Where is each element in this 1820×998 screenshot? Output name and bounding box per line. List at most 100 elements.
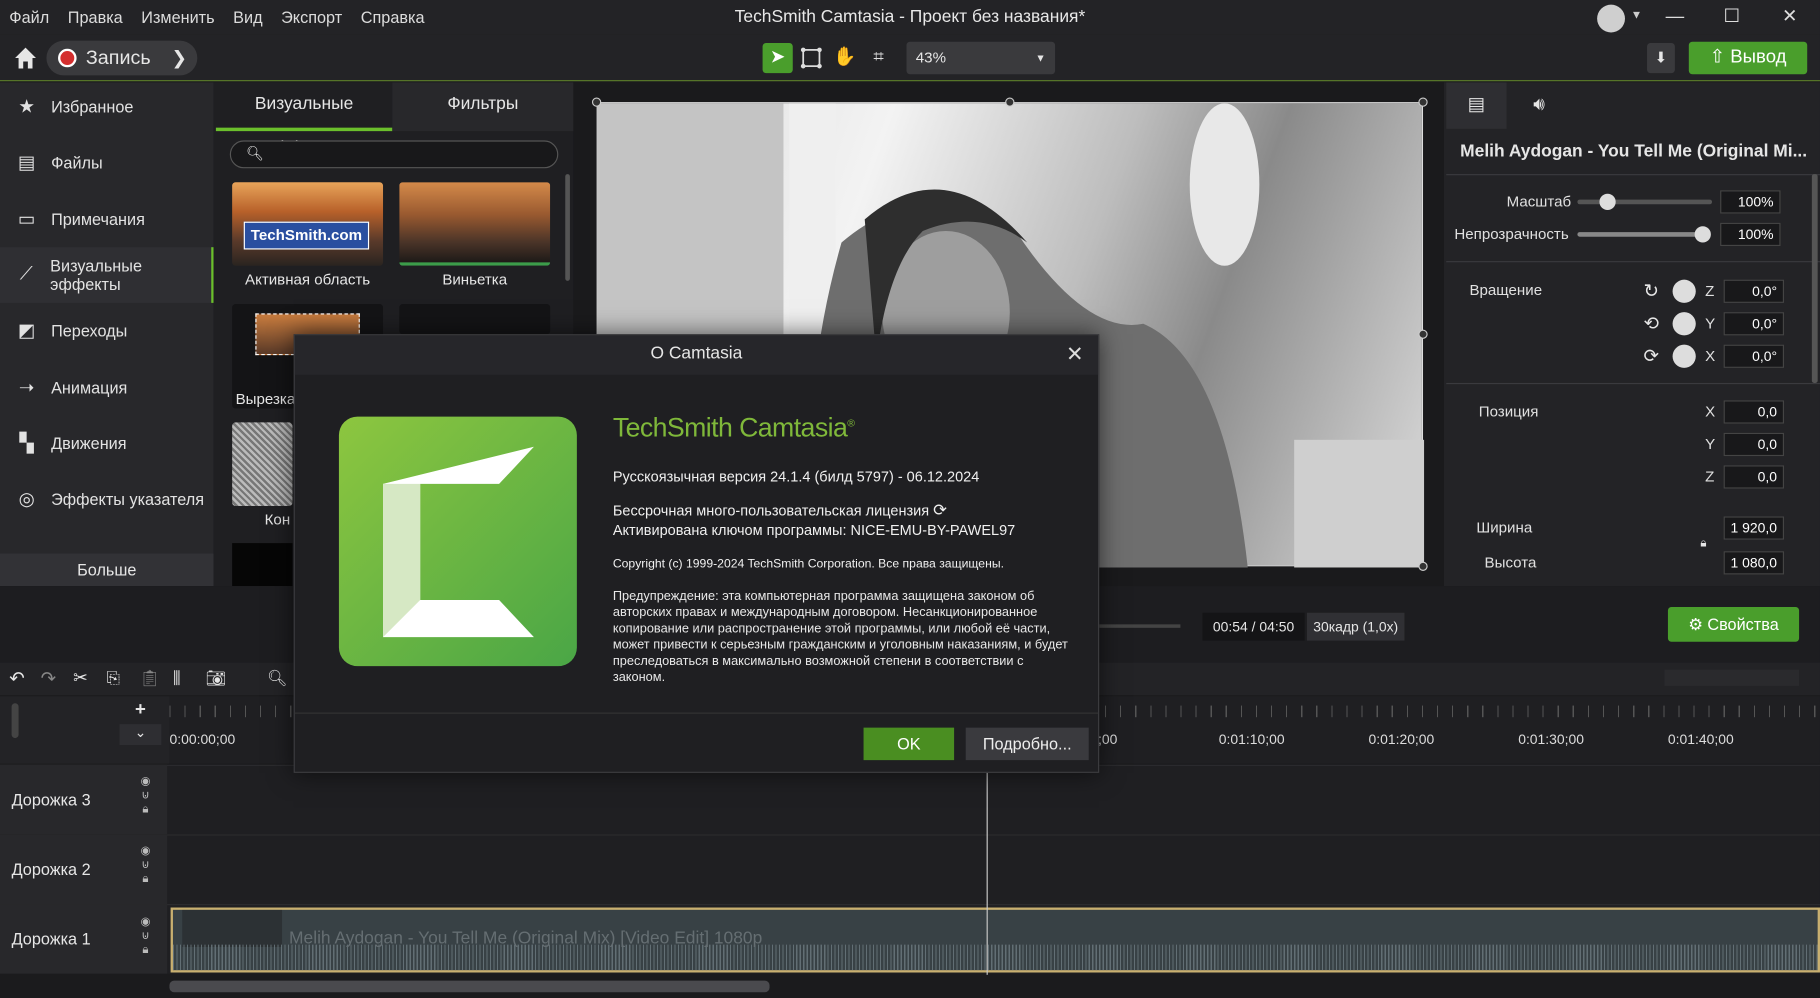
record-button[interactable]: Запись ❯	[46, 40, 198, 76]
details-button[interactable]: Подробно...	[965, 727, 1089, 761]
playhead[interactable]	[986, 765, 988, 975]
resize-handle[interactable]	[1418, 329, 1428, 339]
sidebar-item-media[interactable]: ▤ Файлы	[0, 135, 214, 191]
zoom-value: 43%	[915, 48, 947, 67]
pan-hand-tool[interactable]: ✋	[830, 43, 860, 73]
crop-tool[interactable]: ⌗	[864, 43, 894, 73]
sidebar-item-transitions[interactable]: ◩ Переходы	[0, 303, 214, 359]
lock-icon[interactable]: 🔒︎	[1700, 537, 1706, 550]
rotation-dial[interactable]	[1672, 279, 1696, 303]
redo-icon[interactable]: ↷	[41, 667, 57, 690]
effect-thumb-vignette[interactable]	[399, 182, 551, 266]
frame-rate-select[interactable]: 30кадр (1,0x)	[1306, 612, 1405, 641]
properties-button[interactable]: ⚙ Свойства	[1667, 606, 1800, 642]
tick-label: 0:01:20;00	[1368, 731, 1435, 748]
sidebar-item-favorites[interactable]: ★ Избранное	[0, 79, 214, 135]
maximize-button[interactable]: ☐	[1705, 0, 1758, 35]
resize-handle[interactable]	[1418, 97, 1428, 107]
media-clip[interactable]: Melih Aydogan - You Tell Me (Original Mi…	[170, 907, 1820, 973]
timeline-scrollbar[interactable]	[169, 980, 770, 993]
height-label: Высота	[1484, 553, 1537, 571]
effects-scrollbar[interactable]	[565, 174, 570, 281]
scale-slider-thumb[interactable]	[1599, 193, 1616, 211]
cut-icon[interactable]: ✂	[73, 667, 88, 688]
rotation-dial[interactable]	[1672, 344, 1696, 368]
effect-thumb-spotlight[interactable]: TechSmith.com	[232, 182, 384, 266]
scale-slider[interactable]	[1577, 199, 1713, 205]
opacity-slider-thumb[interactable]	[1694, 226, 1711, 243]
rotation-y-field[interactable]: 0,0°	[1723, 312, 1784, 336]
sidebar-item-label: Избранное	[51, 97, 134, 117]
axis-z: Z	[1705, 282, 1715, 300]
position-x-field[interactable]: 0,0	[1723, 400, 1784, 424]
arrow-select-tool[interactable]: ➤	[762, 42, 793, 74]
collapse-icon[interactable]: ⌄	[119, 724, 162, 746]
effect-thumb-contrast[interactable]	[232, 422, 293, 506]
split-icon[interactable]: ⫼	[173, 668, 180, 688]
effect-thumb-4[interactable]	[399, 304, 551, 335]
close-window-button[interactable]: ✕	[1763, 0, 1816, 35]
more-button[interactable]: Больше	[0, 553, 214, 587]
track-visibility-icon[interactable]: ◉ ⊍ 🔒︎	[140, 775, 150, 817]
sidebar-item-annotations[interactable]: ▭ Примечания	[0, 191, 214, 247]
position-z-field[interactable]: 0,0	[1723, 465, 1784, 489]
scale-field[interactable]: 100%	[1720, 190, 1781, 214]
sidebar-item-behaviors[interactable]: ▚ Движения	[0, 415, 214, 471]
tick-label: 0:01:40;00	[1667, 731, 1734, 748]
tab-visual-effects[interactable]: Визуальные эффекты	[215, 82, 393, 158]
position-y-field[interactable]: 0,0	[1723, 432, 1784, 457]
axis-x: X	[1705, 346, 1716, 365]
camera-icon[interactable]: 📷︎	[205, 668, 226, 688]
audio-props-tab-icon[interactable]: 🔊︎	[1509, 82, 1569, 128]
divider	[1446, 174, 1820, 176]
ok-button[interactable]: OK	[863, 727, 955, 761]
tab-filters[interactable]: Фильтры	[392, 82, 574, 132]
rotation-z-field[interactable]: 0,0°	[1723, 279, 1784, 303]
sidebar-item-animations[interactable]: ➝ Анимация	[0, 360, 214, 416]
chevron-down-icon[interactable]: ▼	[1631, 9, 1642, 22]
zoom-search-icon[interactable]: 🔍︎	[267, 668, 288, 688]
sidebar-item-visual-effects[interactable]: ⟋ Визуальные эффекты	[0, 247, 214, 303]
sidebar-item-label: Примечания	[51, 210, 145, 229]
scrub-bar[interactable]	[1099, 624, 1181, 628]
resize-handle[interactable]	[1418, 561, 1428, 571]
height-field[interactable]: 1 080,0	[1723, 551, 1784, 575]
rotation-x-field[interactable]: 0,0°	[1723, 344, 1784, 368]
paste-icon[interactable]: 📋︎	[139, 668, 160, 688]
visual-props-tab-icon[interactable]: ▤	[1446, 82, 1507, 129]
transition-icon: ◩	[17, 321, 36, 342]
timeline-zoom-slider[interactable]	[1664, 669, 1800, 686]
opacity-slider[interactable]	[1577, 232, 1703, 237]
about-dialog: О Camtasia ✕ TechSmith Camtasia® Русскоя…	[293, 334, 1100, 773]
output-button[interactable]: ⇧ Вывод	[1688, 41, 1808, 75]
track-visibility-icon[interactable]: ◉ ⊍ 🔒︎	[140, 916, 150, 958]
effect-label: Виньетка	[442, 270, 508, 288]
zoom-select[interactable]: 43% ▼	[906, 41, 1056, 75]
opacity-field[interactable]: 100%	[1720, 222, 1781, 247]
close-icon[interactable]: ✕	[1061, 340, 1089, 368]
add-track-icon[interactable]: +	[120, 700, 162, 721]
refresh-icon[interactable]: ⟳	[933, 500, 947, 519]
props-scrollbar[interactable]	[1811, 174, 1818, 383]
search-icon: 🔍︎	[246, 145, 264, 162]
resize-handle[interactable]	[591, 97, 602, 107]
behaviors-icon: ▚	[19, 434, 34, 454]
search-input[interactable]: 🔍︎	[229, 140, 559, 169]
download-icon[interactable]: ⬇	[1647, 42, 1675, 74]
track-height-slider[interactable]	[11, 703, 19, 739]
track-visibility-icon[interactable]: ◉ ⊍ 🔒︎	[140, 845, 150, 887]
copy-icon[interactable]: ⎘	[107, 668, 120, 688]
minimize-button[interactable]: —	[1648, 0, 1701, 35]
properties-label: Свойства	[1707, 615, 1779, 634]
tick-label: 0:01:30;00	[1518, 731, 1585, 748]
avatar-icon[interactable]	[1597, 4, 1625, 33]
effect-thumb-6[interactable]	[232, 543, 293, 587]
sidebar-item-cursor-effects[interactable]: ◎ Эффекты указателя	[0, 471, 214, 527]
edit-path-tool[interactable]	[796, 43, 826, 73]
rotation-dial[interactable]	[1672, 312, 1696, 336]
resize-handle[interactable]	[1005, 97, 1015, 107]
undo-icon[interactable]: ↶	[9, 667, 25, 690]
home-icon[interactable]	[12, 44, 40, 72]
width-field[interactable]: 1 920,0	[1723, 516, 1784, 540]
track-row	[0, 834, 1820, 905]
